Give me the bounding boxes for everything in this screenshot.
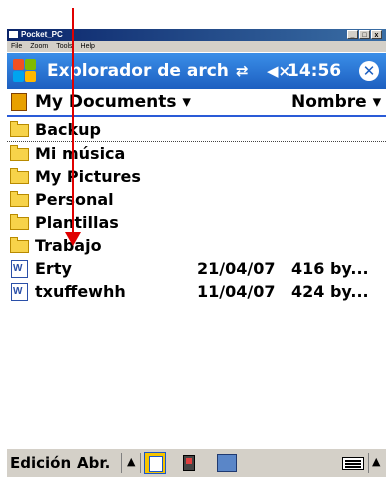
- item-name: Personal: [35, 190, 114, 209]
- open-menu[interactable]: Abr.: [77, 449, 110, 477]
- folder-dropdown[interactable]: My Documents ▾: [35, 89, 191, 115]
- item-name: Erty: [35, 259, 72, 278]
- item-name: My Pictures: [35, 167, 141, 186]
- list-item[interactable]: Plantillas: [7, 211, 386, 234]
- navigation-bar: Explorador de arch ⇄ ◀× 14:56 ✕: [7, 53, 386, 89]
- item-name: Mi música: [35, 144, 126, 163]
- word-document-icon: [11, 283, 28, 301]
- annotation-arrow-line: [72, 8, 74, 236]
- window-icon: [9, 31, 18, 39]
- edit-menu[interactable]: Edición: [10, 449, 71, 477]
- list-item[interactable]: txuffewhh 11/04/07 424 by...: [7, 280, 386, 303]
- folder-icon: [10, 214, 29, 230]
- separator: [121, 453, 122, 473]
- item-date: 11/04/07: [197, 282, 276, 301]
- menu-zoom[interactable]: Zoom: [30, 41, 48, 52]
- emulator-titlebar: Pocket_PC _ □ x: [7, 29, 386, 41]
- item-name: txuffewhh: [35, 282, 126, 301]
- minimize-button[interactable]: _: [347, 30, 358, 39]
- keyboard-icon[interactable]: [342, 457, 364, 470]
- list-item[interactable]: Trabajo: [7, 234, 386, 257]
- item-name: Plantillas: [35, 213, 119, 232]
- maximize-button[interactable]: □: [359, 30, 370, 39]
- item-name: Backup: [35, 120, 101, 139]
- menu-tools[interactable]: Tools: [56, 41, 72, 52]
- chevron-down-icon: ▾: [182, 92, 191, 112]
- separator: [140, 453, 141, 473]
- file-list: Backup Mi música My Pictures Personal Pl…: [7, 118, 386, 303]
- windows-start-icon[interactable]: [13, 59, 37, 83]
- folder-header: My Documents ▾ Nombre ▾: [7, 89, 386, 117]
- list-item[interactable]: Mi música: [7, 142, 386, 165]
- chevron-down-icon: ▾: [372, 92, 382, 112]
- menu-file[interactable]: File: [11, 41, 22, 52]
- documents-icon: [11, 93, 27, 111]
- network-icon[interactable]: [217, 454, 237, 472]
- folder-icon: [10, 168, 29, 184]
- pocket-explorer-icon[interactable]: [144, 452, 166, 474]
- close-icon[interactable]: ✕: [359, 61, 379, 81]
- close-window-button[interactable]: x: [371, 30, 382, 39]
- folder-name: My Documents: [35, 92, 177, 112]
- folder-icon: [10, 121, 29, 137]
- item-date: 21/04/07: [197, 259, 276, 278]
- up-arrow-icon[interactable]: ▲: [372, 455, 380, 469]
- folder-icon: [10, 191, 29, 207]
- list-item[interactable]: Personal: [7, 188, 386, 211]
- item-size: 416 by...: [291, 259, 369, 278]
- list-item[interactable]: My Pictures: [7, 165, 386, 188]
- app-title: Explorador de arch: [47, 61, 229, 81]
- folder-icon: [10, 237, 29, 253]
- emulator-menubar: File Zoom Tools Help: [7, 41, 386, 52]
- menu-bar: Edición Abr. ▲ ▲: [7, 448, 386, 477]
- list-item[interactable]: Backup: [7, 118, 386, 142]
- emulator-title: Pocket_PC: [21, 30, 63, 39]
- device-icon[interactable]: [183, 455, 195, 471]
- item-size: 424 by...: [291, 282, 369, 301]
- sort-name: Nombre: [291, 92, 367, 112]
- window-controls: _ □ x: [347, 30, 382, 39]
- word-document-icon: [11, 260, 28, 278]
- menu-help[interactable]: Help: [81, 41, 95, 52]
- annotation-arrow-head: [65, 232, 81, 246]
- clock[interactable]: 14:56: [287, 53, 341, 89]
- list-item[interactable]: Erty 21/04/07 416 by...: [7, 257, 386, 280]
- folder-icon: [10, 145, 29, 161]
- connectivity-icon[interactable]: ⇄: [236, 53, 249, 89]
- separator: [368, 453, 369, 473]
- sort-dropdown[interactable]: Nombre ▾: [291, 89, 381, 115]
- up-arrow-icon[interactable]: ▲: [127, 455, 135, 469]
